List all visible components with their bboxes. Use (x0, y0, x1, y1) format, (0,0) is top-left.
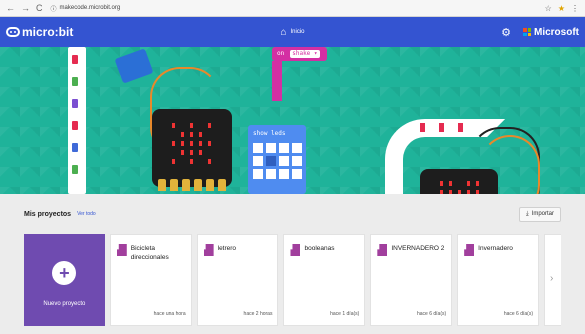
new-project-label: Nuevo proyecto (43, 301, 86, 307)
hero-banner: on shake ▾ show leds (0, 47, 585, 194)
info-icon: ⓘ (50, 6, 57, 13)
project-card[interactable]: Invernadero hace 6 día(s) (457, 234, 539, 326)
project-name: letrero (217, 245, 237, 252)
led-grid (253, 143, 302, 179)
project-time: hace 2 horas (243, 311, 273, 317)
import-button[interactable]: ⤓ Importar (519, 206, 561, 222)
reload-icon[interactable]: C (36, 3, 43, 13)
microsoft-label: Microsoft (534, 26, 579, 38)
project-time: hace 6 día(s) (503, 311, 533, 317)
led-strip-left (68, 47, 86, 194)
star-icon[interactable]: ★ (558, 4, 565, 13)
microbit-board-right (420, 169, 498, 194)
microsoft-squares-icon (523, 28, 531, 36)
led-dots-right (420, 123, 463, 132)
gear-icon[interactable]: ⚙ (501, 26, 511, 39)
browser-nav: ← → C (6, 3, 43, 13)
brand-name: micro:bit (22, 25, 74, 39)
projects-section: Mis proyectos Ver todo ⤓ Importar + Nuev… (0, 194, 585, 326)
project-name: INVERNADERO 2 (391, 245, 445, 252)
show-leds-label: show leds (253, 130, 286, 137)
browser-toolbar: ← → C ⓘ makecode.microbit.org ☆ ★ ⋮ (0, 0, 585, 17)
project-name: booleanas (304, 245, 335, 252)
puzzle-icon (464, 244, 475, 256)
microsoft-logo[interactable]: Microsoft (523, 27, 579, 38)
view-all-link[interactable]: Ver todo (77, 211, 96, 217)
project-time: hace 6 día(s) (416, 311, 447, 317)
project-card[interactable]: Bicicleta direccionales hace una hora (109, 234, 192, 326)
import-label: Importar (531, 211, 554, 217)
puzzle-icon (377, 244, 388, 256)
next-card-partial[interactable]: › (544, 234, 561, 326)
project-card[interactable]: INVERNADERO 2 hace 6 día(s) (370, 234, 453, 326)
address-bar[interactable]: ⓘ makecode.microbit.org (51, 4, 545, 13)
puzzle-icon (116, 244, 127, 256)
project-time: hace una hora (153, 311, 186, 317)
home-icon: ⌂ (280, 26, 287, 38)
forward-icon[interactable]: → (21, 3, 30, 13)
plus-icon: + (52, 261, 77, 285)
microbit-board-left (152, 109, 232, 191)
shake-block-label: shake ▾ (290, 50, 320, 58)
home-button[interactable]: ⌂ Inicio (280, 27, 304, 38)
project-card[interactable]: booleanas hace 1 día(s) (283, 234, 366, 326)
show-leds-block: show leds (248, 125, 306, 194)
puzzle-icon (290, 244, 301, 256)
project-name: Invernadero (478, 245, 513, 252)
new-project-card[interactable]: + Nuevo proyecto (24, 234, 105, 326)
chevron-right-icon[interactable]: › (550, 273, 553, 284)
project-cards: + Nuevo proyecto Bicicleta direccionales… (24, 234, 561, 326)
download-icon: ⤓ (526, 210, 529, 217)
home-label: Inicio (290, 29, 305, 35)
app-header: micro:bit ⌂ Inicio ⚙ Microsoft (0, 17, 585, 47)
on-block-label: on (277, 50, 285, 57)
project-name: Bicicleta direccionales (130, 245, 169, 261)
microbit-logo[interactable]: micro:bit (6, 25, 73, 39)
extension-icons: ☆ ★ ⋮ (545, 4, 579, 13)
puzzle-icon (203, 244, 214, 256)
back-icon[interactable]: ← (6, 3, 15, 13)
menu-icon[interactable]: ⋮ (571, 4, 579, 13)
url-text: makecode.microbit.org (59, 5, 121, 11)
star-outline-icon[interactable]: ☆ (545, 4, 552, 13)
project-card[interactable]: letrero hace 2 horas (196, 234, 279, 326)
block-stack-magenta (272, 61, 282, 101)
on-shake-block: on shake ▾ (272, 47, 327, 61)
project-time: hace 1 día(s) (330, 311, 360, 317)
microbit-logo-icon (6, 27, 20, 37)
projects-heading: Mis proyectos (24, 210, 72, 218)
